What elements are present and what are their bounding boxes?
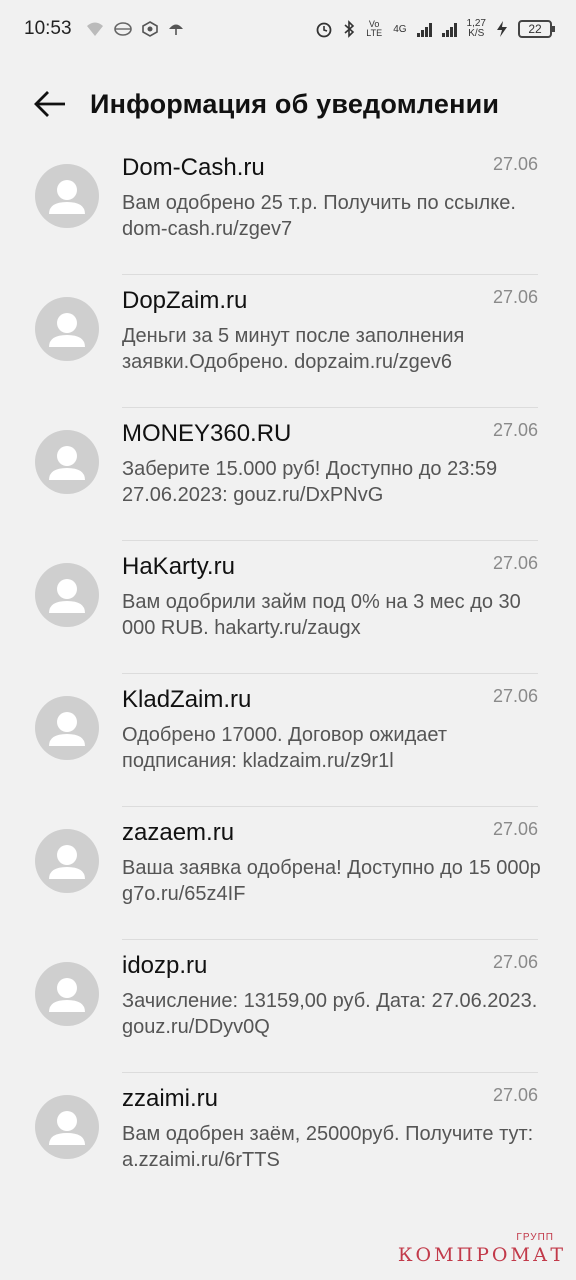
sender-name: zazaem.ru: [122, 819, 235, 846]
person-icon: [49, 1111, 85, 1145]
message-text: Деньги за 5 минут после заполнения заявк…: [122, 325, 465, 373]
list-item[interactable]: KladZaim.ru 27.06 Одобрено 17000. Договор …: [0, 674, 576, 807]
watermark: ГРУПП КОМПРОМАТ: [398, 1232, 566, 1272]
avatar: [35, 164, 99, 228]
list-item[interactable]: DopZaim.ru 27.06 Деньги за 5 минут после з…: [0, 275, 576, 408]
avatar: [35, 962, 99, 1026]
notification-info-screen: 10:53 Vo LTE 4G 1,27 K/S 22 Информация о…: [0, 0, 576, 1280]
signal-icon: [416, 21, 432, 37]
hexagon-app-icon: [141, 21, 158, 37]
person-icon: [49, 180, 85, 214]
signal-2-icon: [441, 21, 457, 37]
umbrella-icon: [168, 24, 183, 35]
person-icon: [49, 845, 85, 879]
battery-indicator: 22: [518, 20, 555, 38]
message-text: Вам одобрили займ под 0% на 3 мес до 30 …: [122, 591, 521, 639]
list-item[interactable]: MONEY360.RU 27.06 Заберите 15.000 руб! Дос…: [0, 408, 576, 541]
list-item[interactable]: HaKarty.ru 27.06 Вам одобрили займ под 0% …: [0, 541, 576, 674]
status-left-icons: [86, 21, 184, 37]
message-text: Ваша заявка одобрена! Доступно до 15 000…: [122, 857, 541, 905]
notification-list: Dom-Cash.ru 27.06 Вам одобрено 25 т.р. Пол…: [0, 142, 576, 1206]
avatar: [35, 563, 99, 627]
arrow-left-icon: [34, 91, 65, 117]
message-date: 27.06: [492, 154, 538, 174]
list-item[interactable]: zzaimi.ru 27.06 Вам одобрен заём, 25000руб…: [0, 1073, 576, 1206]
message-date: 27.06: [492, 553, 538, 573]
list-item[interactable]: zazaem.ru 27.06 Ваша заявка одобрена! Дост…: [0, 807, 576, 940]
message-text: Одобрено 17000. Договор ожидает подписан…: [122, 724, 447, 772]
person-icon: [49, 313, 85, 347]
list-item[interactable]: idozp.ru 27.06 Зачисление: 13159,00 руб. Д…: [0, 940, 576, 1073]
list-item[interactable]: Dom-Cash.ru 27.06 Вам одобрено 25 т.р. Пол…: [0, 142, 576, 275]
avatar: [35, 829, 99, 893]
vpn-icon: [113, 22, 132, 36]
avatar: [35, 1095, 99, 1159]
person-icon: [49, 579, 85, 613]
bluetooth-icon: [344, 20, 355, 38]
message-date: 27.06: [492, 287, 538, 307]
message-text: Вам одобрен заём, 25000руб. Получите тут…: [122, 1123, 534, 1171]
alarm-icon: [316, 22, 332, 38]
message-text: Заберите 15.000 руб! Доступно до 23:59 2…: [122, 458, 498, 506]
sender-name: HaKarty.ru: [122, 553, 235, 580]
person-icon: [49, 712, 85, 746]
net-speed-unit: K/S: [468, 28, 485, 39]
page-title: Информация об уведомлении: [90, 88, 500, 119]
status-right-icons: Vo LTE 4G 1,27 K/S 22: [315, 19, 555, 39]
volte-label: Vo LTE: [366, 19, 383, 38]
app-header: Информация об уведомлении: [0, 74, 576, 134]
sender-name: DopZaim.ru: [122, 287, 248, 314]
avatar: [35, 696, 99, 760]
charging-icon: [497, 21, 507, 37]
status-bar: 10:53 Vo LTE 4G 1,27 K/S 22: [0, 0, 576, 58]
message-date: 27.06: [492, 686, 538, 706]
message-text: Зачисление: 13159,00 руб. Дата: 27.06.20…: [122, 990, 538, 1038]
message-text: Вам одобрено 25 т.р. Получить по ссылке.…: [122, 192, 516, 240]
message-date: 27.06: [492, 420, 538, 440]
back-button[interactable]: [30, 84, 70, 124]
person-icon: [49, 978, 85, 1012]
message-date: 27.06: [492, 819, 538, 839]
sender-name: Dom-Cash.ru: [122, 154, 265, 181]
person-icon: [49, 446, 85, 480]
net-speed: 1,27 K/S: [467, 19, 486, 39]
wifi-question-icon: [86, 22, 103, 36]
sender-name: KladZaim.ru: [122, 686, 252, 713]
avatar: [35, 430, 99, 494]
status-time: 10:53: [24, 18, 72, 39]
watermark-main: КОМПРОМАТ: [397, 1244, 566, 1266]
sender-name: MONEY360.RU: [122, 420, 292, 447]
message-date: 27.06: [492, 1085, 538, 1105]
watermark-small: ГРУПП: [516, 1232, 554, 1243]
sender-name: idozp.ru: [122, 952, 208, 979]
avatar: [35, 297, 99, 361]
network-type: 4G: [393, 23, 407, 35]
sender-name: zzaimi.ru: [122, 1085, 219, 1112]
message-date: 27.06: [492, 952, 538, 972]
